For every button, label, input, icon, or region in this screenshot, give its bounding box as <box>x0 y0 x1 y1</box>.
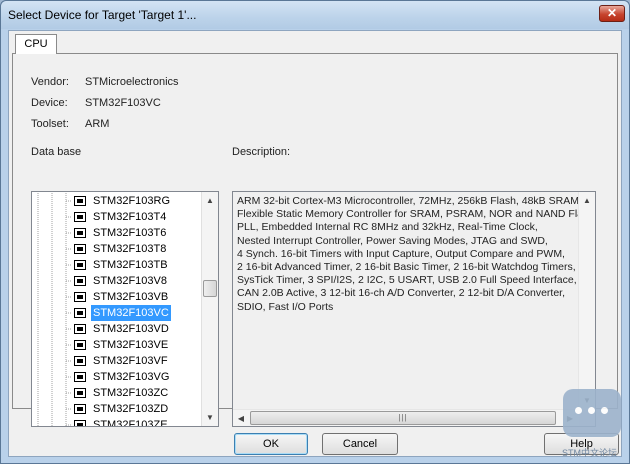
database-vertical-scrollbar[interactable]: ▲ ▼ <box>201 192 218 426</box>
grip-icon: ||| <box>398 413 408 422</box>
device-label: Device: <box>31 97 68 109</box>
dialog-window: Select Device for Target 'Target 1'... ✕… <box>0 0 630 464</box>
tree-item-stm32f103vb[interactable]: STM32F103VB <box>32 289 200 305</box>
chip-icon <box>74 212 86 222</box>
cancel-button-label: Cancel <box>342 438 378 450</box>
tree-item-stm32f103zc[interactable]: STM32F103ZC <box>32 385 200 401</box>
chat-bubble-dot <box>588 407 595 414</box>
tree-item-label: STM32F103VB <box>93 291 169 303</box>
tree-connector-lines <box>37 209 72 225</box>
tree-connector-lines <box>37 257 72 273</box>
chip-icon <box>74 372 86 382</box>
tree-item-label: STM32F103TB <box>93 259 168 271</box>
scroll-up-arrow-icon[interactable]: ▲ <box>202 192 218 209</box>
chip-icon <box>74 340 86 350</box>
chip-icon <box>74 404 86 414</box>
description-textbox[interactable]: ARM 32-bit Cortex-M3 Microcontroller, 72… <box>232 191 596 427</box>
tree-connector-lines <box>37 305 72 321</box>
database-scroll-thumb[interactable] <box>203 280 217 297</box>
tree-item-label: STM32F103VD <box>93 323 169 335</box>
forum-watermark <box>563 389 621 437</box>
chip-icon <box>74 324 86 334</box>
tree-item-stm32f103vf[interactable]: STM32F103VF <box>32 353 200 369</box>
tree-connector-lines <box>37 225 72 241</box>
tree-item-stm32f103vc[interactable]: STM32F103VC <box>32 305 200 321</box>
tree-item-label: STM32F103RG <box>93 195 171 207</box>
tree-item-label: STM32F103T6 <box>93 227 167 239</box>
tree-item-label: STM32F103T4 <box>93 211 167 223</box>
tree-item-label: STM32F103VE <box>93 339 169 351</box>
tree-connector-lines <box>37 353 72 369</box>
vendor-value: STMicroelectronics <box>85 76 179 88</box>
database-label: Data base <box>31 146 82 158</box>
tree-item-stm32f103rg[interactable]: STM32F103RG <box>32 193 200 209</box>
tree-item-label: STM32F103ZE <box>93 419 168 427</box>
toolset-label: Toolset: <box>31 118 69 130</box>
tab-cpu-label: CPU <box>24 38 48 50</box>
tree-item-label: STM32F103VC <box>91 305 171 321</box>
description-vertical-scrollbar[interactable]: ▲ ▼ <box>578 192 595 409</box>
chip-icon <box>74 244 86 254</box>
title-bar[interactable]: Select Device for Target 'Target 1'... ✕ <box>1 1 629 29</box>
ok-button[interactable]: OK <box>234 433 308 455</box>
tree-connector-lines <box>37 369 72 385</box>
tree-connector-lines <box>37 289 72 305</box>
toolset-value: ARM <box>85 118 110 130</box>
cancel-button[interactable]: Cancel <box>322 433 398 455</box>
tree-connector-lines <box>37 417 72 426</box>
tree-item-stm32f103t6[interactable]: STM32F103T6 <box>32 225 200 241</box>
chip-icon <box>74 260 86 270</box>
chip-icon <box>74 196 86 206</box>
chip-icon <box>74 308 86 318</box>
description-horizontal-scrollbar[interactable]: ◀ ||| ▶ <box>233 409 579 426</box>
cpu-tab-panel: Vendor: STMicroelectronics Device: STM32… <box>12 53 618 427</box>
ok-button-label: OK <box>263 438 279 450</box>
tree-connector-lines <box>37 273 72 289</box>
tree-item-stm32f103vg[interactable]: STM32F103VG <box>32 369 200 385</box>
tree-item-stm32f103v8[interactable]: STM32F103V8 <box>32 273 200 289</box>
description-text: ARM 32-bit Cortex-M3 Microcontroller, 72… <box>237 195 595 313</box>
description-label: Description: <box>232 146 291 158</box>
watermark-text: STM中文论坛 <box>562 448 617 458</box>
chip-icon <box>74 388 86 398</box>
tree-item-label: STM32F103VG <box>93 371 170 383</box>
tree-item-stm32f103zd[interactable]: STM32F103ZD <box>32 401 200 417</box>
tree-connector-lines <box>37 385 72 401</box>
tree-item-label: STM32F103T8 <box>93 243 167 255</box>
dialog-client-area: CPU Vendor: STMicroelectronics Device: S… <box>8 30 622 457</box>
tree-item-stm32f103ve[interactable]: STM32F103VE <box>32 337 200 353</box>
tree-connector-lines <box>37 401 72 417</box>
tree-item-stm32f103tb[interactable]: STM32F103TB <box>32 257 200 273</box>
chip-icon <box>74 356 86 366</box>
vendor-label: Vendor: <box>31 76 69 88</box>
tree-item-stm32f103t4[interactable]: STM32F103T4 <box>32 209 200 225</box>
desc-horizontal-scroll-thumb[interactable]: ||| <box>250 411 556 425</box>
desc-scroll-left-arrow-icon[interactable]: ◀ <box>233 410 249 426</box>
tab-cpu[interactable]: CPU <box>15 34 57 54</box>
tree-connector-lines <box>37 241 72 257</box>
close-button[interactable]: ✕ <box>599 5 625 22</box>
tree-item-stm32f103t8[interactable]: STM32F103T8 <box>32 241 200 257</box>
tree-item-label: STM32F103ZD <box>93 403 169 415</box>
chip-icon <box>74 420 86 426</box>
window-title: Select Device for Target 'Target 1'... <box>8 8 197 22</box>
close-icon: ✕ <box>606 6 618 20</box>
tree-item-label: STM32F103V8 <box>93 275 167 287</box>
device-database-tree[interactable]: STM32F103RG STM32F103T4 STM32F103T6 STM32F1… <box>31 191 219 427</box>
device-value: STM32F103VC <box>85 97 161 109</box>
desc-scroll-up-arrow-icon[interactable]: ▲ <box>579 192 595 209</box>
tree-item-label: STM32F103VF <box>93 355 168 367</box>
tree-connector-lines <box>37 321 72 337</box>
tree-connector-lines <box>37 337 72 353</box>
chip-icon <box>74 276 86 286</box>
tree-item-stm32f103vd[interactable]: STM32F103VD <box>32 321 200 337</box>
tree-connector-lines <box>37 193 72 209</box>
chip-icon <box>74 228 86 238</box>
chip-icon <box>74 292 86 302</box>
tree-item-stm32f103ze[interactable]: STM32F103ZE <box>32 417 200 427</box>
scroll-down-arrow-icon[interactable]: ▼ <box>202 409 218 426</box>
chat-bubble-dot <box>601 407 608 414</box>
tree-item-label: STM32F103ZC <box>93 387 169 399</box>
chat-bubble-icon <box>575 407 582 414</box>
